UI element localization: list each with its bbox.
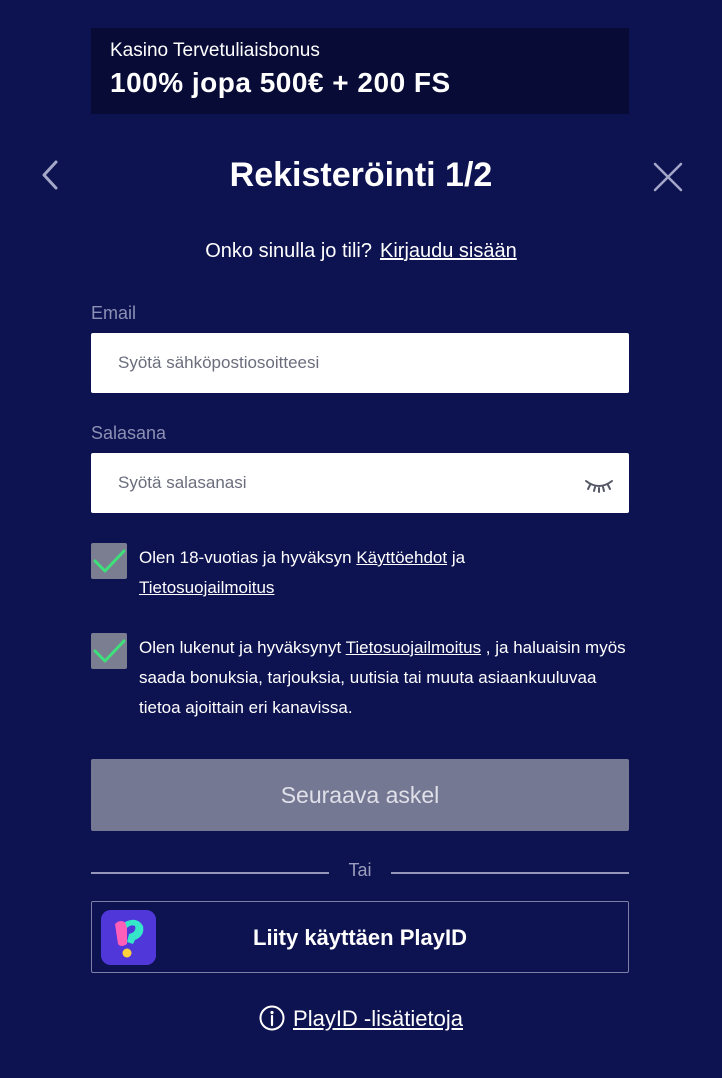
marketing-text-before: Olen lukenut ja hyväksynyt bbox=[139, 638, 346, 657]
password-field[interactable]: Syötä salasanasi bbox=[91, 453, 629, 513]
playid-join-button[interactable]: Liity käyttäen PlayID bbox=[91, 901, 629, 973]
terms-checkbox[interactable] bbox=[91, 543, 127, 579]
close-button[interactable] bbox=[650, 159, 686, 195]
terms-text: Olen 18-vuotias ja hyväksyn Käyttöehdot … bbox=[139, 543, 629, 603]
terms-text-before: Olen 18-vuotias ja hyväksyn bbox=[139, 548, 357, 567]
password-label: Salasana bbox=[91, 423, 167, 443]
login-prompt: Onko sinulla jo tili? Kirjaudu sisään bbox=[0, 238, 722, 264]
eye-closed-icon[interactable] bbox=[583, 475, 615, 495]
email-placeholder: Syötä sähköpostiosoitteesi bbox=[118, 353, 320, 372]
terms-text-middle: ja bbox=[447, 548, 466, 567]
checkmark-icon bbox=[93, 639, 126, 663]
login-link[interactable]: Kirjaudu sisään bbox=[380, 240, 517, 262]
next-step-button[interactable]: Seuraava askel bbox=[91, 759, 629, 831]
divider-right bbox=[391, 872, 629, 874]
divider-left bbox=[91, 872, 329, 874]
email-label: Email bbox=[91, 303, 137, 323]
bonus-headline: 100% jopa 500€ + 200 FS bbox=[110, 67, 451, 98]
divider-label: Tai bbox=[348, 860, 372, 880]
close-icon bbox=[653, 162, 683, 192]
email-field[interactable]: Syötä sähköpostiosoitteesi bbox=[91, 333, 629, 393]
info-icon bbox=[259, 1005, 285, 1031]
marketing-privacy-link[interactable]: Tietosuojailmoitus bbox=[346, 638, 481, 657]
playid-info: PlayID -lisätietoja bbox=[0, 1004, 722, 1034]
login-question: Onko sinulla jo tili? bbox=[205, 240, 372, 262]
marketing-text: Olen lukenut ja hyväksynyt Tietosuojailm… bbox=[139, 633, 629, 723]
marketing-checkbox[interactable] bbox=[91, 633, 127, 669]
terms-of-use-link[interactable]: Käyttöehdot bbox=[356, 548, 447, 567]
registration-page: Kasino Tervetuliaisbonus 100% jopa 500€ … bbox=[0, 0, 722, 1078]
bonus-subtitle: Kasino Tervetuliaisbonus bbox=[110, 40, 320, 61]
checkmark-icon bbox=[93, 549, 126, 573]
welcome-bonus-banner[interactable]: Kasino Tervetuliaisbonus 100% jopa 500€ … bbox=[91, 28, 629, 114]
page-title: Rekisteröinti 1/2 bbox=[229, 156, 493, 194]
password-placeholder: Syötä salasanasi bbox=[118, 473, 247, 492]
playid-label: Liity käyttäen PlayID bbox=[253, 925, 467, 950]
privacy-notice-link[interactable]: Tietosuojailmoitus bbox=[139, 578, 274, 597]
playid-info-link[interactable]: PlayID -lisätietoja bbox=[293, 1006, 463, 1031]
